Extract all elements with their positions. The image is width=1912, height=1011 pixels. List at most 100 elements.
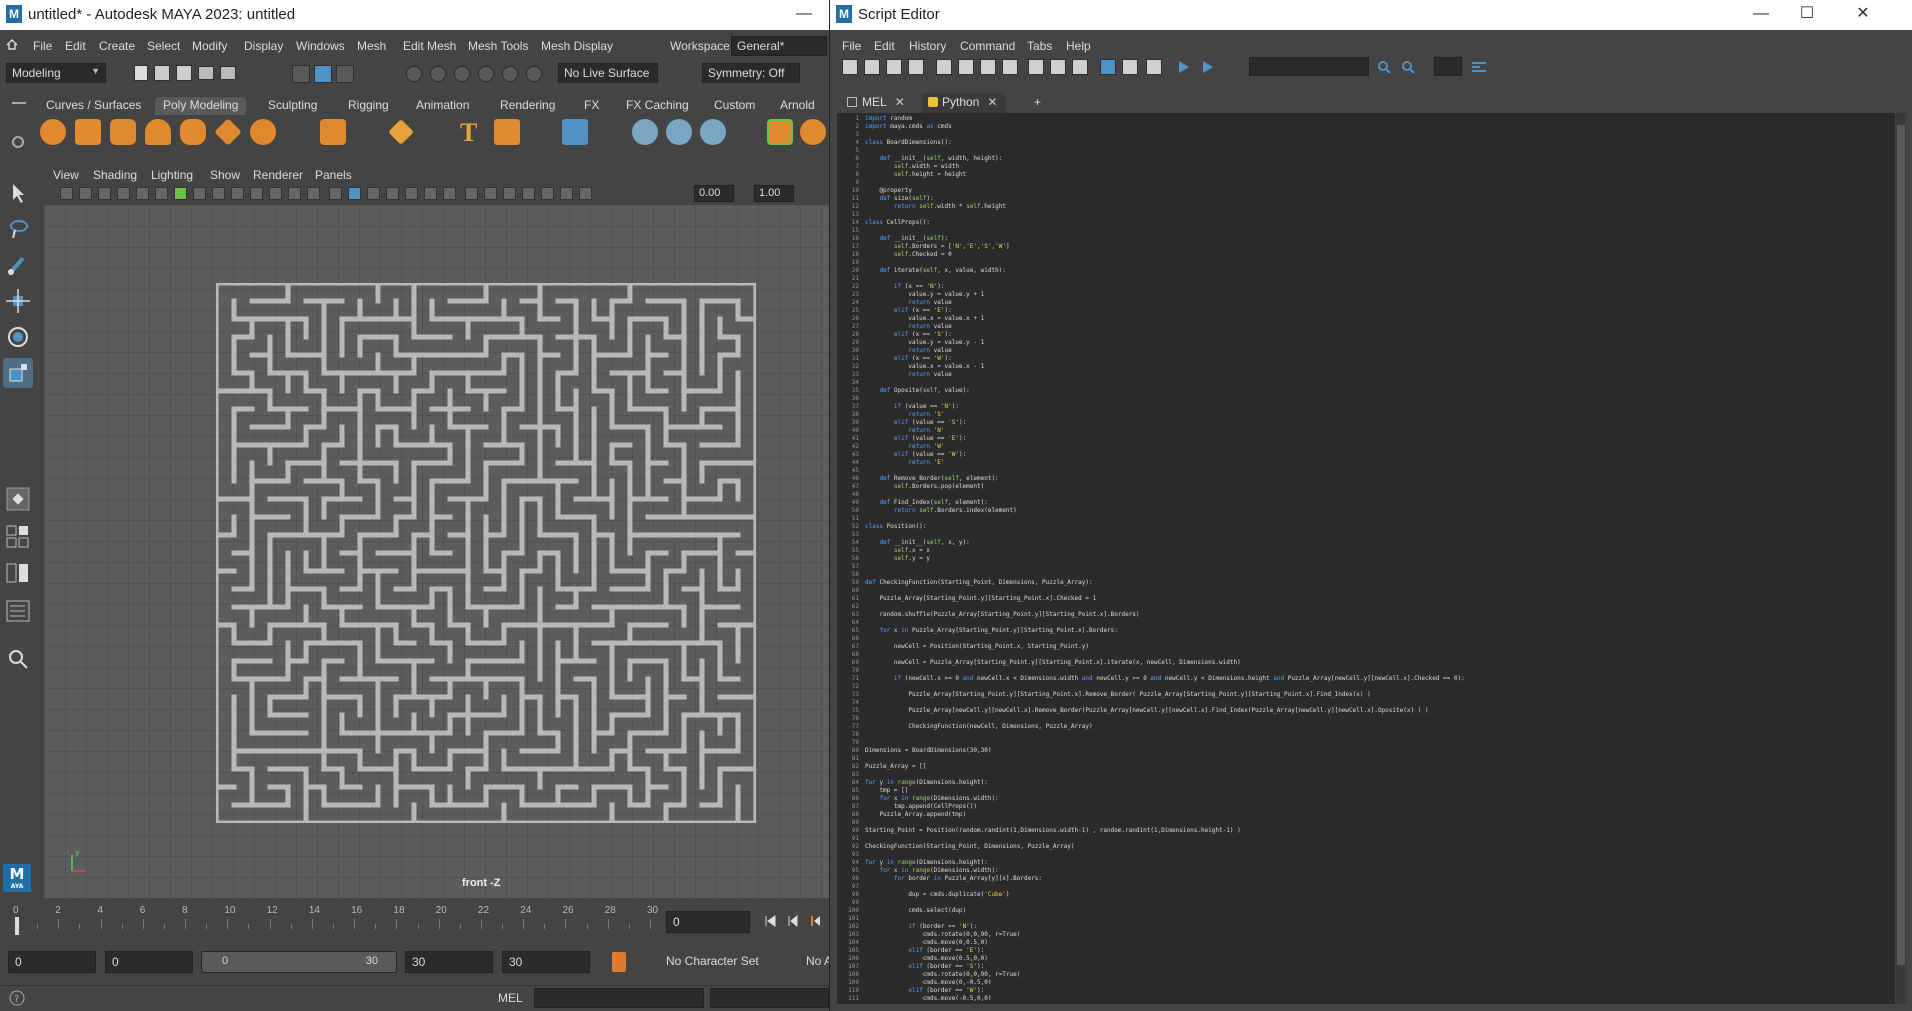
clear-all-icon[interactable] <box>980 59 996 75</box>
safe-action-icon[interactable] <box>288 187 301 200</box>
se-goto-line-input[interactable] <box>1434 57 1462 76</box>
show-tooltips-icon[interactable] <box>1122 59 1138 75</box>
se-menu-edit[interactable]: Edit <box>874 39 895 53</box>
search-down-icon[interactable] <box>1376 59 1392 75</box>
home-icon[interactable] <box>5 37 19 51</box>
snap-together-icon[interactable] <box>767 119 793 145</box>
panel-menu-lighting[interactable]: Lighting <box>151 168 193 182</box>
rotate-tool[interactable] <box>3 322 33 352</box>
snap-curve-icon[interactable] <box>430 66 446 82</box>
gamma-field[interactable]: 1.00 <box>754 185 794 202</box>
isolate-select-icon[interactable] <box>560 187 573 200</box>
snap-vertex-icon[interactable] <box>526 66 542 82</box>
minimize-icon[interactable]: — <box>781 0 827 30</box>
menu-select[interactable]: Select <box>147 39 180 53</box>
clear-history-icon[interactable] <box>936 59 952 75</box>
default-material-icon[interactable] <box>367 187 380 200</box>
xray-icon[interactable] <box>503 187 516 200</box>
execute-all-icon[interactable] <box>1176 59 1192 75</box>
execute-icon[interactable] <box>1200 59 1216 75</box>
save-script-icon[interactable] <box>886 59 902 75</box>
go-to-start-icon[interactable] <box>763 914 777 928</box>
select-component-icon[interactable] <box>336 65 354 83</box>
minimize-icon[interactable]: — <box>1738 0 1784 30</box>
shelf-tab-animation[interactable]: Animation <box>408 97 477 115</box>
exposure-field[interactable]: 0.00 <box>694 185 734 202</box>
shelf-tab-sculpting[interactable]: Sculpting <box>260 97 325 115</box>
shelf-settings-icon[interactable] <box>12 136 24 148</box>
poly-disc-icon[interactable] <box>250 119 276 145</box>
smooth-shade-icon[interactable] <box>348 187 361 200</box>
command-language-label[interactable]: MEL <box>498 991 523 1005</box>
anim-layer-dropdown[interactable]: No A <box>798 951 829 973</box>
shadows-icon[interactable] <box>424 187 437 200</box>
viewport-front[interactable]: y front -Z <box>44 205 829 898</box>
range-slider[interactable]: 0 30 <box>201 951 397 973</box>
menu-display[interactable]: Display <box>244 39 283 53</box>
poly-torus-icon[interactable] <box>180 119 206 145</box>
lights-icon[interactable] <box>405 187 418 200</box>
vertical-scrollbar[interactable] <box>1896 113 1906 1004</box>
menu-mesh-tools[interactable]: Mesh Tools <box>468 39 528 53</box>
step-back-icon[interactable] <box>786 914 800 928</box>
se-search-input[interactable] <box>1249 57 1369 76</box>
open-script-icon[interactable] <box>842 59 858 75</box>
menu-mesh[interactable]: Mesh <box>357 39 386 53</box>
snap-surface-icon[interactable] <box>502 66 518 82</box>
scale-tool[interactable] <box>3 358 33 388</box>
grease-pencil-icon[interactable] <box>174 187 187 200</box>
poly-cylinder-icon[interactable] <box>110 119 136 145</box>
shelf-tab-fx[interactable]: FX <box>576 97 607 115</box>
move-tool[interactable] <box>3 286 33 316</box>
code-text[interactable]: import random import maya.cmds as cmds cla… <box>865 115 1465 1003</box>
scrollbar-thumb[interactable] <box>1897 125 1905 965</box>
outliner-layout-icon[interactable] <box>3 596 33 626</box>
gate-mask-icon[interactable] <box>250 187 263 200</box>
shelf-tab-arnold[interactable]: Arnold <box>772 97 823 115</box>
se-menu-command[interactable]: Command <box>960 39 1015 53</box>
menu-mesh-display[interactable]: Mesh Display <box>541 39 613 53</box>
type-text-icon[interactable]: T <box>460 118 477 148</box>
show-line-numbers-icon[interactable] <box>1028 59 1044 75</box>
delete-history-icon[interactable] <box>666 119 692 145</box>
layout-quad-icon[interactable] <box>3 522 33 552</box>
layout-single-icon[interactable] <box>3 484 33 514</box>
close-tab-icon[interactable]: ✕ <box>987 95 997 109</box>
new-scene-icon[interactable] <box>134 65 148 81</box>
poly-cone-icon[interactable] <box>145 119 171 145</box>
menu-edit[interactable]: Edit <box>65 39 86 53</box>
shelf-tab-rendering[interactable]: Rendering <box>492 97 563 115</box>
save-script-shelf-icon[interactable] <box>908 59 924 75</box>
poly-cube-icon[interactable] <box>75 119 101 145</box>
anim-start-field[interactable]: 0 <box>105 951 193 973</box>
wireframe-icon[interactable] <box>329 187 342 200</box>
close-tab-icon[interactable]: ✕ <box>895 95 905 109</box>
layout-two-pane-icon[interactable] <box>3 558 33 588</box>
grid-icon[interactable] <box>193 187 206 200</box>
panel-menu-view[interactable]: View <box>53 168 79 182</box>
help-icon[interactable]: ? <box>9 990 25 1006</box>
menu-file[interactable]: File <box>33 39 52 53</box>
bookmark-icon[interactable] <box>98 187 111 200</box>
redo-icon[interactable] <box>220 66 236 80</box>
panel-menu-renderer[interactable]: Renderer <box>253 168 303 182</box>
textured-icon[interactable] <box>386 187 399 200</box>
select-tool[interactable] <box>3 178 33 208</box>
shelf-tab-poly-modeling[interactable]: Poly Modeling <box>155 97 247 115</box>
character-set-dropdown[interactable]: No Character Set <box>660 951 790 973</box>
search-icon[interactable] <box>3 644 33 674</box>
range-start-field[interactable]: 0 <box>8 951 96 973</box>
se-menu-file[interactable]: File <box>842 39 861 53</box>
exposure-icon[interactable] <box>579 187 592 200</box>
shelf-tab-fx-caching[interactable]: FX Caching <box>618 97 697 115</box>
live-surface-field[interactable]: No Live Surface <box>558 63 658 83</box>
echo-all-icon[interactable] <box>1002 59 1018 75</box>
range-end-field[interactable]: 30 <box>405 951 493 973</box>
2d-pan-icon[interactable] <box>155 187 168 200</box>
menu-windows[interactable]: Windows <box>296 39 345 53</box>
panel-menu-panels[interactable]: Panels <box>315 168 352 182</box>
safe-title-icon[interactable] <box>307 187 320 200</box>
select-object-icon[interactable] <box>314 65 332 83</box>
menu-modify[interactable]: Modify <box>192 39 227 53</box>
poly-sphere-icon[interactable] <box>40 119 66 145</box>
